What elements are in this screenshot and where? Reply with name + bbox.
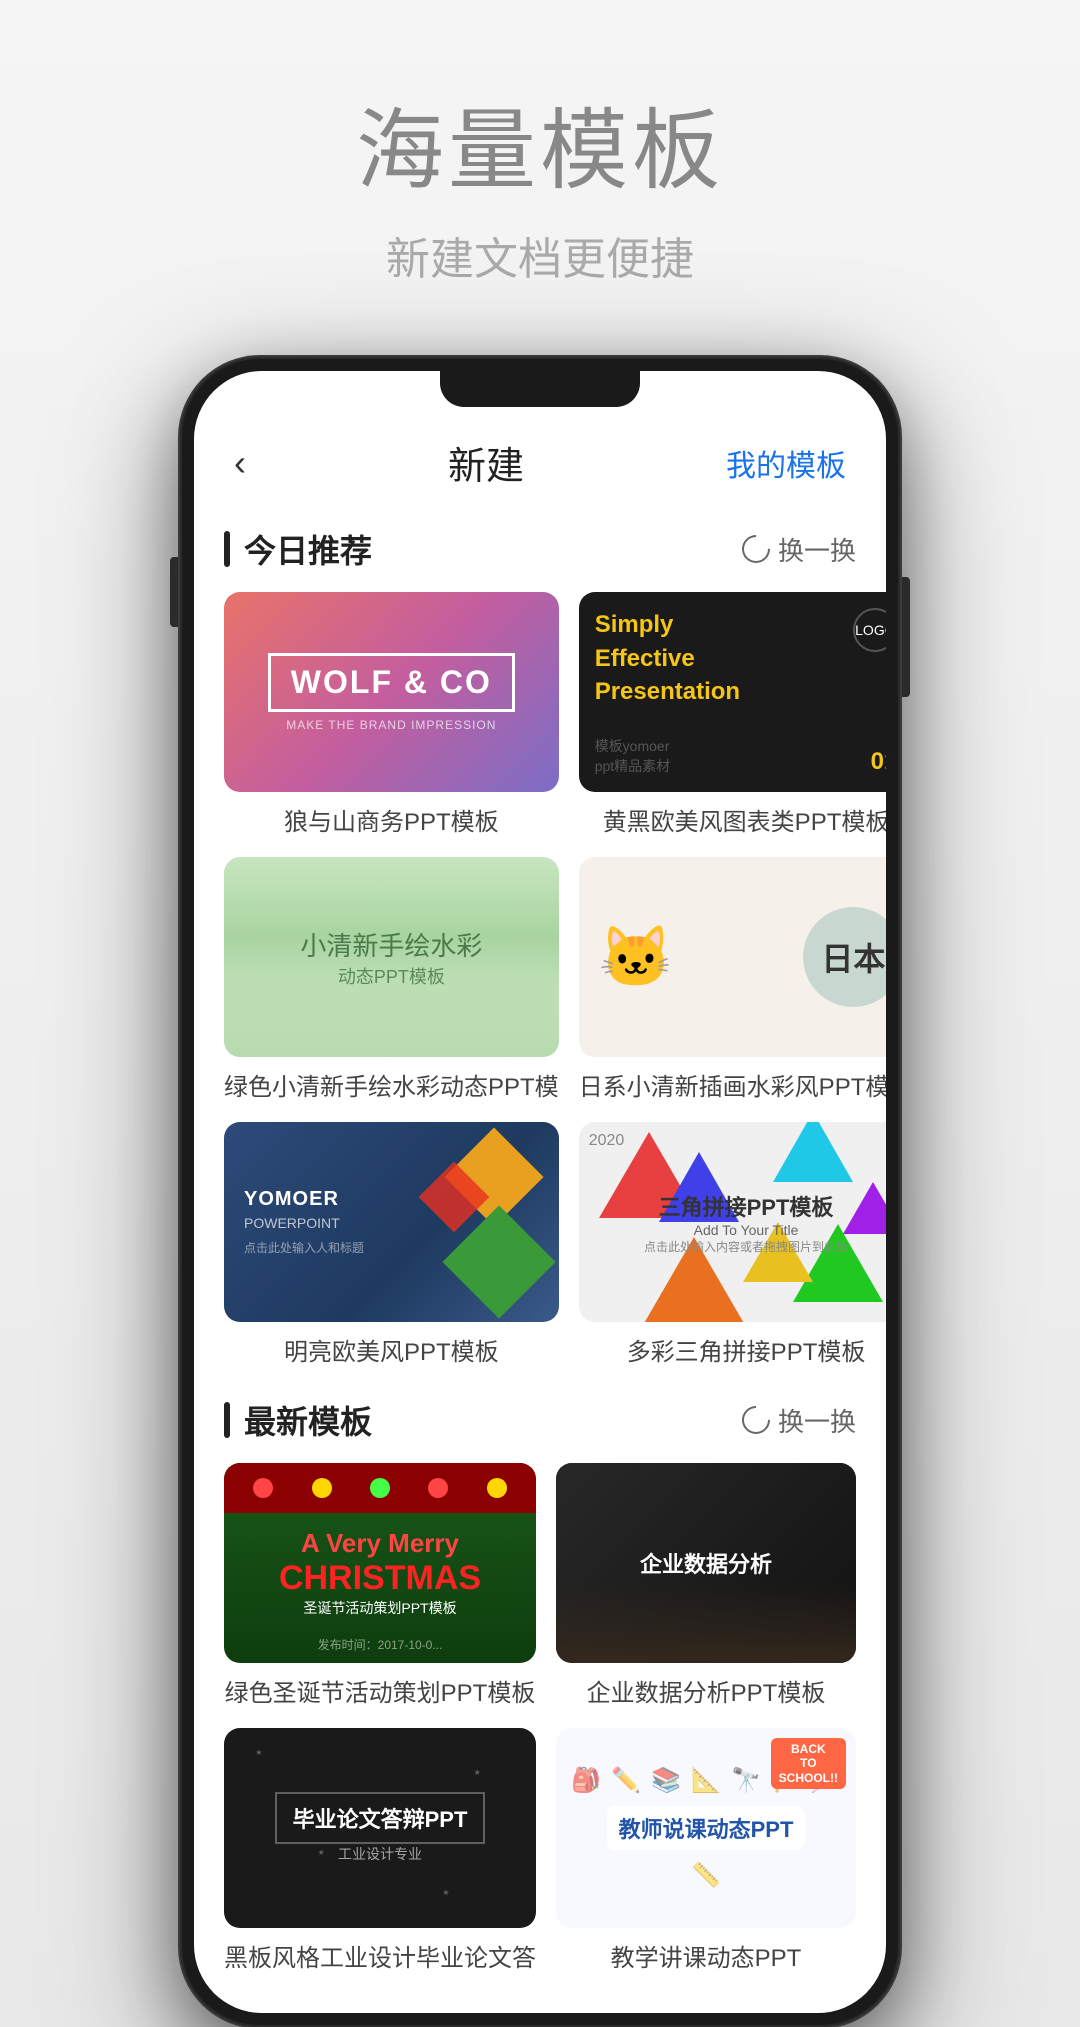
phone-screen: ‹ 新建 我的模板 今日推荐 换一换: [194, 371, 886, 2013]
xmas-decor-top: [224, 1463, 536, 1513]
back-button[interactable]: ‹: [234, 442, 246, 484]
analysis-title: 企业数据分析: [630, 1537, 782, 1589]
yomoer-sub: POWERPOINT: [244, 1215, 539, 1231]
today-refresh-button[interactable]: 换一换: [742, 531, 856, 568]
template-yomoer-thumb: YOMOER POWERPOINT 点击此处输入人和标题: [224, 1122, 559, 1322]
triangle-num: 2020: [589, 1132, 625, 1150]
template-presentation-name: 黄黑欧美风图表类PPT模板: [579, 802, 886, 837]
phone-wrapper: ‹ 新建 我的模板 今日推荐 换一换: [180, 357, 900, 2027]
wolf-subtitle: MAKE THE BRAND IMPRESSION: [286, 718, 496, 732]
watercolor-sub: 动态PPT模板: [338, 963, 445, 989]
template-wolf-name: 狼与山商务PPT模板: [224, 802, 559, 837]
analysis-overlay: 企业数据分析: [556, 1463, 856, 1663]
template-christmas-name: 绿色圣诞节活动策划PPT模板: [224, 1673, 536, 1708]
pres-num: 01: [871, 748, 886, 776]
template-yomoer-name: 明亮欧美风PPT模板: [224, 1332, 559, 1367]
app-content: ‹ 新建 我的模板 今日推荐 换一换: [194, 371, 886, 2013]
tree-decor: [224, 977, 559, 1057]
page-header: 海量模板 新建文档更便捷: [356, 0, 724, 327]
template-wolf-thumb: WOLF & CO MAKE THE BRAND IMPRESSION: [224, 592, 559, 792]
phone-notch: [440, 371, 640, 407]
latest-refresh-button[interactable]: 换一换: [742, 1402, 856, 1439]
template-teacher[interactable]: 🎒 ✏️ 📚 📐 🔭 🎓 🖊️ 📏 BACKTOSCHOOL!!: [556, 1728, 856, 1973]
triangle-title: 三角拼接PPT模板: [659, 1190, 834, 1222]
template-teacher-thumb: 🎒 ✏️ 📚 📐 🔭 🎓 🖊️ 📏 BACKTOSCHOOL!!: [556, 1728, 856, 1928]
triangle-desc: 点击此处输入内容或者拖拽图片到此处: [644, 1238, 848, 1255]
template-watercolor-thumb: 小清新手绘水彩 动态PPT模板: [224, 857, 559, 1057]
teacher-title: 教师说课动态PPT: [607, 1806, 806, 1850]
template-triangle-thumb: 2020 三角拼接PPT模板 Add To Your Title 点击此处输入内…: [579, 1122, 886, 1322]
japan-text: JAPAN: [883, 873, 886, 911]
triangle-sub: Add To Your Title: [694, 1222, 799, 1238]
template-christmas[interactable]: A Very Merry CHRISTMAS 圣诞节活动策划PPT模板 发布时间…: [224, 1463, 536, 1708]
watercolor-text: 小清新手绘水彩: [300, 926, 482, 963]
today-refresh-label: 换一换: [778, 531, 856, 568]
tri-purple: [843, 1182, 886, 1234]
template-japan-thumb: 🐱 日本 JAPAN: [579, 857, 886, 1057]
xmas-subtitle: 圣诞节活动策划PPT模板: [303, 1598, 456, 1618]
template-watercolor[interactable]: 小清新手绘水彩 动态PPT模板 绿色小清新手绘水彩动态PPT模: [224, 857, 559, 1102]
latest-refresh-icon: [736, 1400, 776, 1440]
template-analysis[interactable]: 企业数据分析 企业数据分析PPT模板: [556, 1463, 856, 1708]
my-templates-button[interactable]: 我的模板: [726, 441, 846, 485]
japan-kanji: 日本: [821, 934, 885, 980]
pres-text: Simply Effective Presentation: [595, 608, 886, 709]
today-section-header: 今日推荐 换一换: [224, 526, 856, 572]
latest-section-header: 最新模板 换一换: [224, 1397, 856, 1443]
template-graduation[interactable]: ★ ★ ★ ★ ★ 毕业论文答辩PPT 工业设计专业 黑板风格工业设计毕业论文答: [224, 1728, 536, 1973]
grad-title: 毕业论文答辩PPT: [275, 1792, 486, 1844]
template-watercolor-name: 绿色小清新手绘水彩动态PPT模: [224, 1067, 559, 1102]
today-section-title: 今日推荐: [224, 526, 372, 572]
template-graduation-thumb: ★ ★ ★ ★ ★ 毕业论文答辩PPT 工业设计专业: [224, 1728, 536, 1928]
template-triangle-name: 多彩三角拼接PPT模板: [579, 1332, 886, 1367]
yomoer-desc: 点击此处输入人和标题: [244, 1239, 539, 1256]
japan-circle: 日本: [803, 907, 886, 1007]
template-teacher-name: 教学讲课动态PPT: [556, 1938, 856, 1973]
latest-template-grid: A Very Merry CHRISTMAS 圣诞节活动策划PPT模板 发布时间…: [224, 1463, 856, 1973]
template-presentation[interactable]: Simply Effective Presentation LOGO 01 模板…: [579, 592, 886, 837]
xmas-ball-1: [253, 1478, 273, 1498]
template-japan-name: 日系小清新插画水彩风PPT模板: [579, 1067, 886, 1102]
yomoer-title: YOMOER: [244, 1188, 539, 1211]
tri-cyan: [773, 1122, 853, 1182]
latest-section: 最新模板 换一换: [194, 1397, 886, 1973]
xmas-ball-4: [428, 1478, 448, 1498]
template-analysis-name: 企业数据分析PPT模板: [556, 1673, 856, 1708]
xmas-ball-5: [487, 1478, 507, 1498]
page-subtitle: 新建文档更便捷: [356, 223, 724, 287]
today-section: 今日推荐 换一换 WOLF & CO MAKE THE BRAND IMPRES…: [194, 526, 886, 1367]
template-graduation-name: 黑板风格工业设计毕业论文答: [224, 1938, 536, 1973]
template-analysis-thumb: 企业数据分析: [556, 1463, 856, 1663]
xmas-title: A Very Merry CHRISTMAS: [279, 1528, 481, 1598]
refresh-icon: [736, 529, 776, 569]
latest-refresh-label: 换一换: [778, 1402, 856, 1439]
template-triangle[interactable]: 2020 三角拼接PPT模板 Add To Your Title 点击此处输入内…: [579, 1122, 886, 1367]
back-to-school-badge: BACKTOSCHOOL!!: [771, 1738, 846, 1789]
nav-title: 新建: [448, 435, 524, 490]
wolf-title: WOLF & CO: [268, 653, 515, 712]
xmas-ball-2: [312, 1478, 332, 1498]
latest-section-title: 最新模板: [224, 1397, 372, 1443]
template-presentation-thumb: Simply Effective Presentation LOGO 01 模板…: [579, 592, 886, 792]
xmas-ball-3: [370, 1478, 390, 1498]
today-template-grid: WOLF & CO MAKE THE BRAND IMPRESSION 狼与山商…: [224, 592, 856, 1367]
template-wolf[interactable]: WOLF & CO MAKE THE BRAND IMPRESSION 狼与山商…: [224, 592, 559, 837]
template-christmas-thumb: A Very Merry CHRISTMAS 圣诞节活动策划PPT模板 发布时间…: [224, 1463, 536, 1663]
nav-bar: ‹ 新建 我的模板: [194, 411, 886, 506]
template-yomoer[interactable]: YOMOER POWERPOINT 点击此处输入人和标题 明亮欧美风PPT模板: [224, 1122, 559, 1367]
grad-sub: 工业设计专业: [338, 1844, 422, 1864]
page-title: 海量模板: [356, 80, 724, 207]
xmas-footer: 发布时间：2017-10-0...: [318, 1636, 443, 1653]
template-japan[interactable]: 🐱 日本 JAPAN 日系小清新插画水彩风PPT模板: [579, 857, 886, 1102]
pres-footer: 模板yomoerppt精品素材: [595, 736, 670, 776]
bottom-spacer: [194, 1973, 886, 2013]
phone-shell: ‹ 新建 我的模板 今日推荐 换一换: [180, 357, 900, 2027]
japan-cat: 🐱: [599, 922, 674, 993]
